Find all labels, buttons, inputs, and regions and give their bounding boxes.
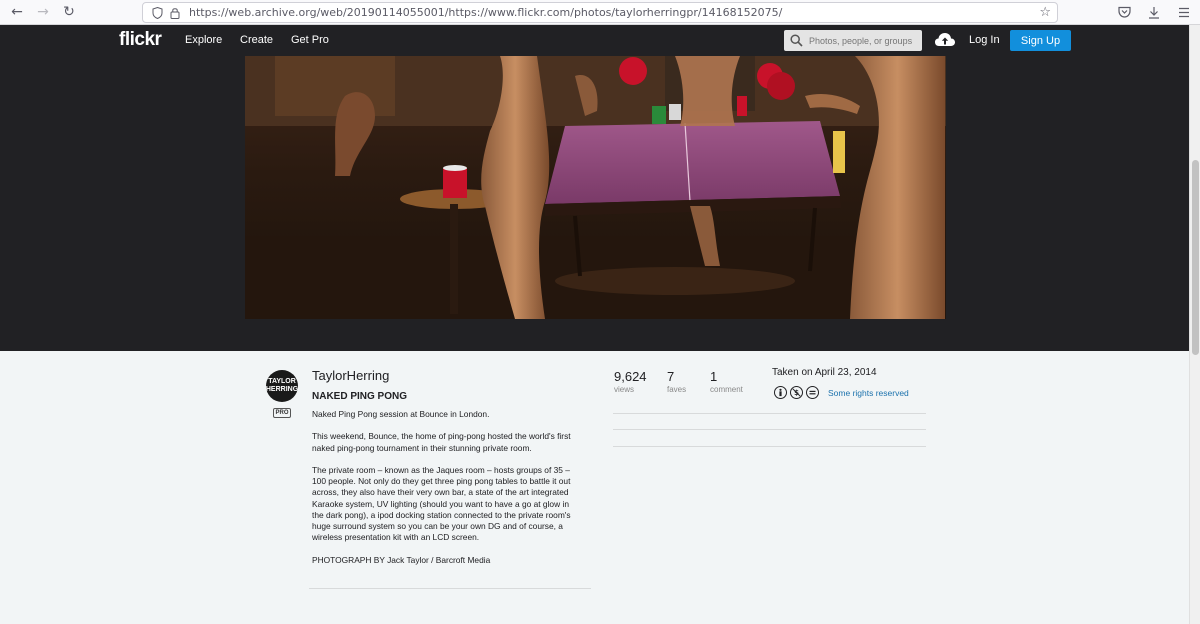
scrollbar-thumb[interactable] <box>1192 160 1199 355</box>
signup-button[interactable]: Sign Up <box>1010 30 1071 51</box>
pro-badge: PRO <box>273 408 291 418</box>
comments-stat[interactable]: 1 comment <box>710 369 743 394</box>
address-bar[interactable]: https://web.archive.org/web/201901140550… <box>142 2 1058 23</box>
taken-date[interactable]: Taken on April 23, 2014 <box>772 367 877 378</box>
comments-count: 1 <box>710 369 718 384</box>
forward-arrow-icon[interactable]: → <box>32 1 54 23</box>
divider <box>613 446 926 447</box>
description-paragraph: Naked Ping Pong session at Bounce in Lon… <box>312 409 490 419</box>
cc-by-icon <box>774 386 787 399</box>
flickr-logo[interactable]: flickr <box>119 29 162 51</box>
search-input[interactable] <box>809 35 919 46</box>
download-icon[interactable] <box>1146 4 1162 20</box>
site-header: flickr Explore Create Get Pro Log In Sig… <box>0 25 1189 56</box>
description-paragraph: This weekend, Bounce, the home of ping-p… <box>312 431 571 453</box>
main-photo[interactable] <box>245 56 946 319</box>
bookmark-star-icon[interactable]: ☆ <box>1039 5 1051 20</box>
url-text[interactable]: https://web.archive.org/web/201901140550… <box>189 6 782 19</box>
photo-stage <box>0 56 1189 351</box>
description-paragraph: PHOTOGRAPH BY Jack Taylor / Barcroft Med… <box>312 554 491 565</box>
faves-label: faves <box>667 385 687 394</box>
nav-get-pro[interactable]: Get Pro <box>291 34 329 46</box>
divider <box>613 429 926 430</box>
lock-icon[interactable] <box>167 5 183 21</box>
nav-explore[interactable]: Explore <box>185 34 222 46</box>
search-box[interactable] <box>784 30 922 51</box>
page-scrollbar[interactable] <box>1189 25 1200 624</box>
reload-icon[interactable]: ↻ <box>58 1 80 23</box>
photo-title: NAKED PING PONG <box>312 391 408 402</box>
views-stat: 9,624 views <box>614 369 647 394</box>
cc-nd-icon <box>806 386 819 399</box>
cc-nc-icon: $ <box>790 386 803 399</box>
owner-avatar[interactable]: TAYLOR HERRING <box>266 370 298 402</box>
photo-description: Naked Ping Pong session at Bounce in Lon… <box>312 409 580 577</box>
search-icon <box>790 34 803 47</box>
owner-name-link[interactable]: TaylorHerring <box>312 368 389 383</box>
description-paragraph: The private room – known as the Jaques r… <box>312 464 571 543</box>
divider <box>309 588 591 589</box>
photo-details: TAYLOR HERRING PRO TaylorHerring NAKED P… <box>0 351 1189 624</box>
license-link[interactable]: Some rights reserved <box>828 388 909 398</box>
license-row[interactable]: $ Some rights reserved <box>774 386 909 399</box>
comments-label: comment <box>710 385 743 394</box>
pocket-icon[interactable] <box>1116 4 1132 20</box>
divider <box>613 413 926 414</box>
upload-cloud-icon[interactable] <box>934 31 956 49</box>
views-label: views <box>614 385 635 394</box>
shield-icon[interactable] <box>149 5 165 21</box>
views-count: 9,624 <box>614 369 647 384</box>
avatar-text-line: HERRING <box>266 386 298 393</box>
browser-toolbar: ← → ↻ https://web.archive.org/web/201901… <box>0 0 1200 25</box>
login-link[interactable]: Log In <box>969 34 1000 46</box>
nav-create[interactable]: Create <box>240 34 273 46</box>
avatar-text-line: TAYLOR <box>268 378 296 385</box>
faves-count: 7 <box>667 369 675 384</box>
menu-icon[interactable] <box>1176 4 1192 20</box>
faves-stat[interactable]: 7 faves <box>667 369 686 394</box>
back-arrow-icon[interactable]: ← <box>6 1 28 23</box>
